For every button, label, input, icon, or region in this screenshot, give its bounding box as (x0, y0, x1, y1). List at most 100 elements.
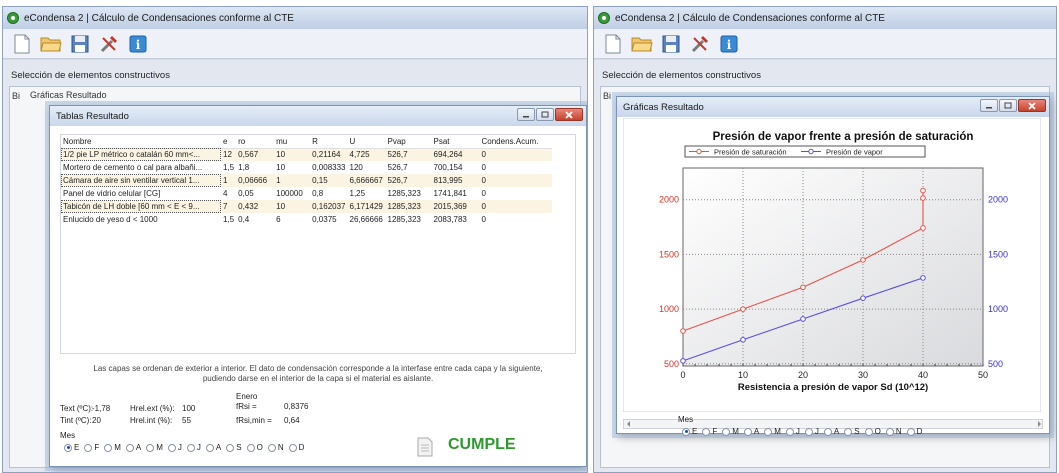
app-title: eCondensa 2 | Cálculo de Condensaciones … (24, 12, 294, 24)
close-icon[interactable] (555, 108, 583, 121)
month-radio-1[interactable]: F (84, 443, 99, 452)
month-radio-0[interactable]: E (682, 427, 697, 436)
month-radio-4[interactable]: M (146, 443, 163, 452)
radio-dot-icon[interactable] (186, 443, 195, 452)
table-row[interactable]: Cámara de aire sin ventilar vertical 1..… (61, 174, 552, 187)
text-value: -1,78 (92, 404, 111, 413)
radio-dot-icon[interactable] (246, 443, 255, 452)
data-point (800, 284, 806, 291)
month-radio-3[interactable]: A (125, 443, 141, 452)
open-folder-icon[interactable] (40, 33, 62, 55)
table-cell: 1,25 (349, 189, 366, 198)
month-radio-3[interactable]: A (743, 427, 759, 436)
info-icon[interactable]: i (127, 33, 149, 55)
column-header[interactable]: mu (274, 135, 311, 149)
month-radio-0[interactable]: E (64, 443, 79, 452)
column-header[interactable]: U (347, 135, 386, 149)
radio-dot-icon[interactable] (864, 427, 873, 436)
table-cell: 1285,323 (385, 200, 432, 213)
radio-dot-icon[interactable] (906, 427, 915, 436)
radio-dot-icon[interactable] (682, 427, 690, 436)
table-cell: 0 (481, 189, 486, 198)
tools-icon[interactable] (98, 33, 120, 55)
radio-dot-icon[interactable] (226, 443, 235, 452)
month-radio-9[interactable]: O (246, 443, 263, 452)
table-row[interactable]: Panel de vidrio celular [CG] 4 0,05 100000 0… (61, 187, 552, 200)
close-icon[interactable] (1018, 99, 1046, 112)
radio-dot-icon[interactable] (104, 443, 113, 452)
column-header[interactable]: Nombre (61, 135, 221, 149)
table-row[interactable]: 1/2 pie LP métrico o catalán 60 mm<... 12… (61, 148, 552, 161)
save-icon[interactable] (69, 33, 91, 55)
month-radio-1[interactable]: F (702, 427, 717, 436)
legend-label: Presión de vapor (826, 148, 883, 157)
new-icon[interactable] (602, 33, 624, 55)
table-cell: 26,66666 (349, 215, 383, 224)
month-radio-6[interactable]: J (186, 443, 201, 452)
radio-dot-icon[interactable] (702, 427, 711, 436)
month-radio-7[interactable]: A (823, 427, 839, 436)
info-icon[interactable]: i (718, 33, 740, 55)
radio-dot-icon[interactable] (205, 443, 214, 452)
month-radio-11[interactable]: D (288, 443, 304, 452)
tint-value: 20 (92, 416, 101, 425)
column-header[interactable]: R (310, 135, 348, 149)
data-point (680, 328, 686, 334)
column-header[interactable]: Pvap (385, 135, 432, 149)
radio-dot-icon[interactable] (64, 443, 72, 452)
table-cell: 4,725 (347, 148, 386, 161)
maximize-icon[interactable] (536, 108, 554, 121)
table-row[interactable]: Tabicón de LH doble [60 mm < E < 9... 7 0,… (61, 200, 552, 213)
maximize-icon[interactable] (999, 99, 1017, 112)
note-line-1: Las capas se ordenan de exterior a inter… (93, 364, 543, 373)
radio-dot-icon[interactable] (84, 443, 93, 452)
open-folder-icon[interactable] (631, 33, 653, 55)
column-header[interactable]: ro (236, 135, 275, 149)
new-icon[interactable] (11, 33, 33, 55)
month-radio-10[interactable]: N (885, 427, 902, 436)
radio-dot-icon[interactable] (167, 443, 176, 452)
radio-dot-icon[interactable] (146, 443, 155, 452)
month-radio-4[interactable]: M (764, 427, 781, 436)
month-radio-8[interactable]: S (844, 427, 860, 436)
radio-dot-icon[interactable] (288, 443, 297, 452)
hrel-int-value: 55 (182, 416, 191, 425)
radio-dot-icon[interactable] (823, 427, 832, 436)
month-selector: Mes E F M A M J J A S O N D (60, 431, 360, 459)
radio-dot-icon[interactable] (844, 427, 853, 436)
column-header[interactable]: Condens.Acum. (479, 135, 552, 149)
month-radio-group: EFMAMJJASOND (682, 427, 925, 436)
month-radio-6[interactable]: J (804, 427, 819, 436)
month-radio-8[interactable]: S (226, 443, 242, 452)
month-radio-11[interactable]: D (906, 427, 922, 436)
month-radio-5[interactable]: J (167, 443, 182, 452)
table-cell: 694,264 (431, 148, 480, 161)
save-icon[interactable] (660, 33, 682, 55)
table-row[interactable]: Enlucido de yeso d < 1000 1,5 0,4 6 0,0375 26… (61, 213, 552, 226)
column-header[interactable]: Psat (431, 135, 480, 149)
month-radio-2[interactable]: M (104, 443, 121, 452)
radio-dot-icon[interactable] (267, 443, 276, 452)
month-radio-2[interactable]: M (722, 427, 739, 436)
radio-dot-icon[interactable] (785, 427, 794, 436)
data-point (920, 275, 926, 281)
radio-dot-icon[interactable] (804, 427, 813, 436)
month-radio-7[interactable]: A (205, 443, 221, 452)
radio-dot-icon[interactable] (125, 443, 134, 452)
column-header[interactable]: e (221, 135, 237, 149)
minimize-icon[interactable] (980, 99, 998, 112)
month-radio-5[interactable]: J (785, 427, 800, 436)
radio-dot-icon[interactable] (764, 427, 773, 436)
month-radio-9[interactable]: O (864, 427, 881, 436)
radio-dot-icon[interactable] (722, 427, 731, 436)
radio-dot-icon[interactable] (743, 427, 752, 436)
month-radio-10[interactable]: N (267, 443, 284, 452)
radio-dot-icon[interactable] (885, 427, 894, 436)
table-row[interactable]: Mortero de cemento o cal para albañi... 1… (61, 161, 552, 174)
frsi-min-value: 0,64 (284, 416, 300, 425)
result-status: CUMPLE (448, 436, 516, 453)
background-tab-graficas[interactable]: Gráficas Resultado (30, 90, 107, 100)
section-label: Selección de elementos constructivos (11, 70, 170, 81)
minimize-icon[interactable] (517, 108, 535, 121)
tools-icon[interactable] (689, 33, 711, 55)
